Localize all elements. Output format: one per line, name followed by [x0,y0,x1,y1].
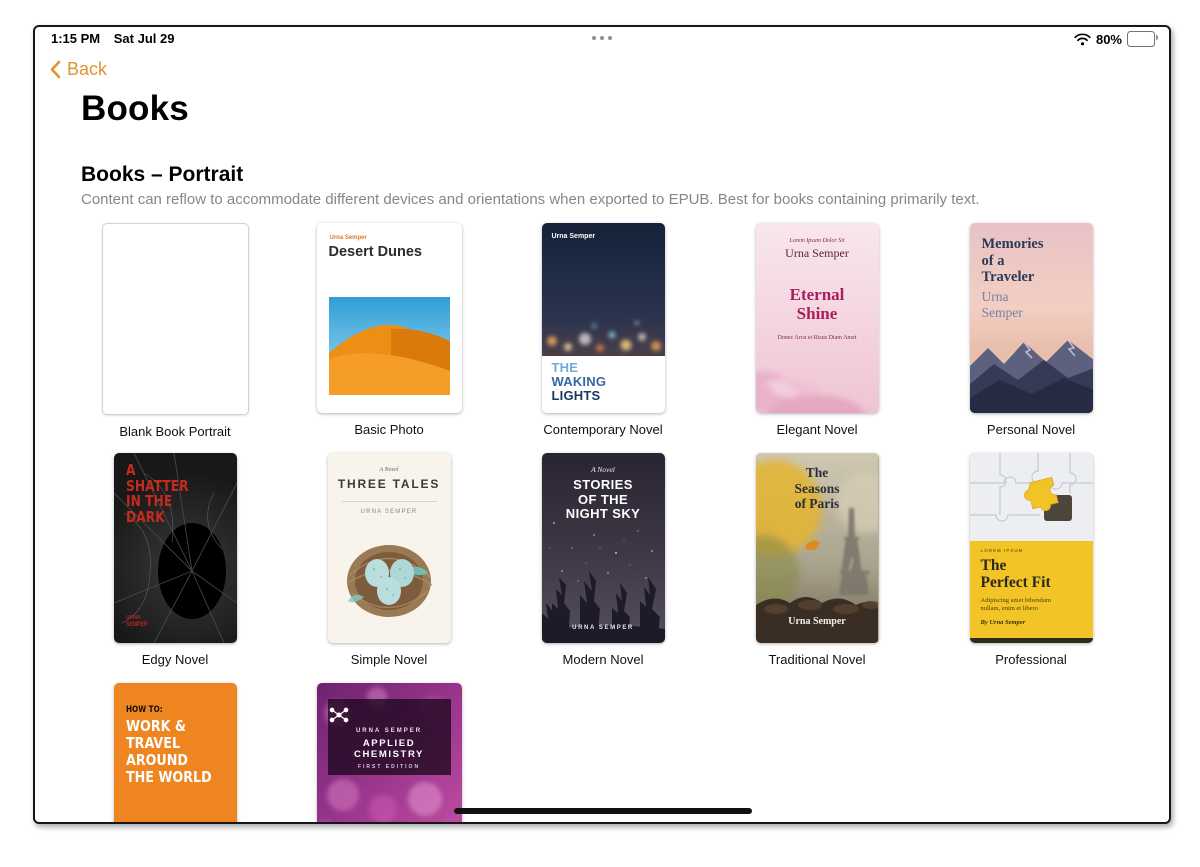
cover-author: Urna Semper [756,246,879,261]
battery-percentage: 80% [1096,32,1122,47]
cover-author: URNA SEMPER [126,615,148,629]
cover-author: URNA SEMPER [328,509,451,515]
cover-tagline: Lorem Ipsum Dolor Sit [756,238,879,244]
cover-title: THE WAKING LIGHTS [552,361,607,403]
nest-photo [344,531,435,627]
puzzle-photo [970,453,1093,541]
template-label: Professional [995,652,1067,667]
cover-professional[interactable]: LOREM IPSUM The Perfect Fit Adipiscing a… [970,453,1093,643]
template-label: Elegant Novel [777,422,858,437]
cover-title: STORIES OF THE NIGHT SKY [542,478,665,522]
cover-title: Desert Dunes [329,244,422,260]
template-label: Contemporary Novel [543,422,662,437]
cover-title: A SHATTER IN THE DARK [126,463,189,525]
multitasking-dots-icon[interactable] [592,36,612,40]
status-bar: 1:15 PM Sat Jul 29 80% [35,27,1169,51]
template-traditional-novel[interactable]: The Seasons of Paris Urna Semper Traditi… [710,453,924,683]
template-edgy-novel[interactable]: A SHATTER IN THE DARK URNA SEMPER Edgy N… [68,453,282,683]
cover-edition: FIRST EDITION [328,764,451,770]
cover-title: The Perfect Fit [981,558,1083,591]
cover-applied-chemistry[interactable]: URNA SEMPER APPLIED CHEMISTRY FIRST EDIT… [317,683,462,824]
clock: 1:15 PM [51,31,100,46]
city-night-photo [542,223,665,356]
page-title: Books [81,89,189,129]
cover-author: URNA SEMPER [542,625,665,631]
cover-title: The Seasons of Paris [756,465,879,512]
template-contemporary-novel[interactable]: Urna Semper THE WAKING LIGHTS Contempora… [496,223,710,453]
battery-icon [1127,31,1155,47]
cover-author: Urna Semper [756,616,879,627]
template-blank-book-portrait[interactable]: Blank Book Portrait [68,223,282,453]
template-label: Traditional Novel [768,652,865,667]
cover-title: THREE TALES [328,477,451,491]
cover-author: Urna Semper [982,289,1023,320]
template-label: Simple Novel [351,652,428,667]
desert-photo [329,297,450,395]
template-howto-book[interactable]: HOW TO: WORK & TRAVEL AROUND THE WORLD [68,683,282,824]
cover-author: Urna Semper [330,235,367,241]
cover-subtitle: Donec Arcu et Risus Diam Amet [756,335,879,341]
section-subtitle: Content can reflow to accommodate differ… [81,191,1061,208]
status-date: Sat Jul 29 [114,31,175,46]
template-label: Edgy Novel [142,652,208,667]
template-modern-novel[interactable]: A Novel STORIES OF THE NIGHT SKY URNA SE… [496,453,710,683]
template-professional[interactable]: LOREM IPSUM The Perfect Fit Adipiscing a… [924,453,1138,683]
cover-elegant-novel[interactable]: Lorem Ipsum Dolor Sit Urna Semper Eterna… [756,223,879,413]
cover-personal-novel[interactable]: Memories of a Traveler Urna Semper [970,223,1093,413]
cover-title: Memories of a Traveler [982,236,1044,286]
template-simple-novel[interactable]: A Novel THREE TALES URNA SEMPER [282,453,496,683]
cover-tagline: A Novel [542,465,665,474]
template-basic-photo[interactable]: Urna Semper Desert Dunes Basic Photo [282,223,496,453]
cover-title: APPLIED CHEMISTRY [328,738,451,760]
cover-tagline: LOREM IPSUM [981,548,1083,553]
cover-author: By Urna Semper [981,619,1083,626]
wifi-icon [1074,33,1091,46]
cover-simple-novel[interactable]: A Novel THREE TALES URNA SEMPER [328,453,451,643]
cover-tagline: A Novel [328,467,451,473]
cover-traditional-novel[interactable]: The Seasons of Paris Urna Semper [756,453,879,643]
cover-modern-novel[interactable]: A Novel STORIES OF THE NIGHT SKY URNA SE… [542,453,665,643]
cover-author: URNA SEMPER [328,728,451,734]
divider [342,501,437,502]
cover-title-prefix: HOW TO: [126,705,163,715]
cover-title: WORK & TRAVEL AROUND THE WORLD [126,718,212,786]
chevron-left-icon [49,60,61,79]
cover-edgy-novel[interactable]: A SHATTER IN THE DARK URNA SEMPER [114,453,237,643]
cover-title: Eternal Shine [756,285,879,323]
mountain-art [970,318,1093,413]
cover-footer-bar [970,638,1093,643]
template-label: Basic Photo [354,422,423,437]
cover-howto-book[interactable]: HOW TO: WORK & TRAVEL AROUND THE WORLD [114,683,237,824]
home-indicator[interactable] [454,808,752,814]
title-panel: URNA SEMPER APPLIED CHEMISTRY FIRST EDIT… [328,699,451,775]
cover-subtitle: Adipiscing amet bibendum nullam, enim et… [981,597,1066,613]
section-title: Books – Portrait [81,163,243,187]
template-elegant-novel[interactable]: Lorem Ipsum Dolor Sit Urna Semper Eterna… [710,223,924,453]
template-personal-novel[interactable]: Memories of a Traveler Urna Semper Perso… [924,223,1138,453]
ipad-screen: 1:15 PM Sat Jul 29 80% Back Books Books … [33,25,1171,824]
cover-contemporary-novel[interactable]: Urna Semper THE WAKING LIGHTS [542,223,665,413]
back-label: Back [67,59,107,80]
template-label: Modern Novel [563,652,644,667]
molecule-icon [328,707,350,723]
cover-blank-book-portrait[interactable] [102,223,249,415]
cover-author: Urna Semper [552,233,596,240]
template-label: Personal Novel [987,422,1075,437]
petal-art [756,343,879,413]
template-label: Blank Book Portrait [119,424,230,439]
cover-basic-photo[interactable]: Urna Semper Desert Dunes [317,223,462,413]
back-button[interactable]: Back [49,59,107,80]
template-grid[interactable]: Blank Book Portrait Urna Semper Desert D… [68,223,1138,824]
template-applied-chemistry[interactable]: URNA SEMPER APPLIED CHEMISTRY FIRST EDIT… [282,683,496,824]
